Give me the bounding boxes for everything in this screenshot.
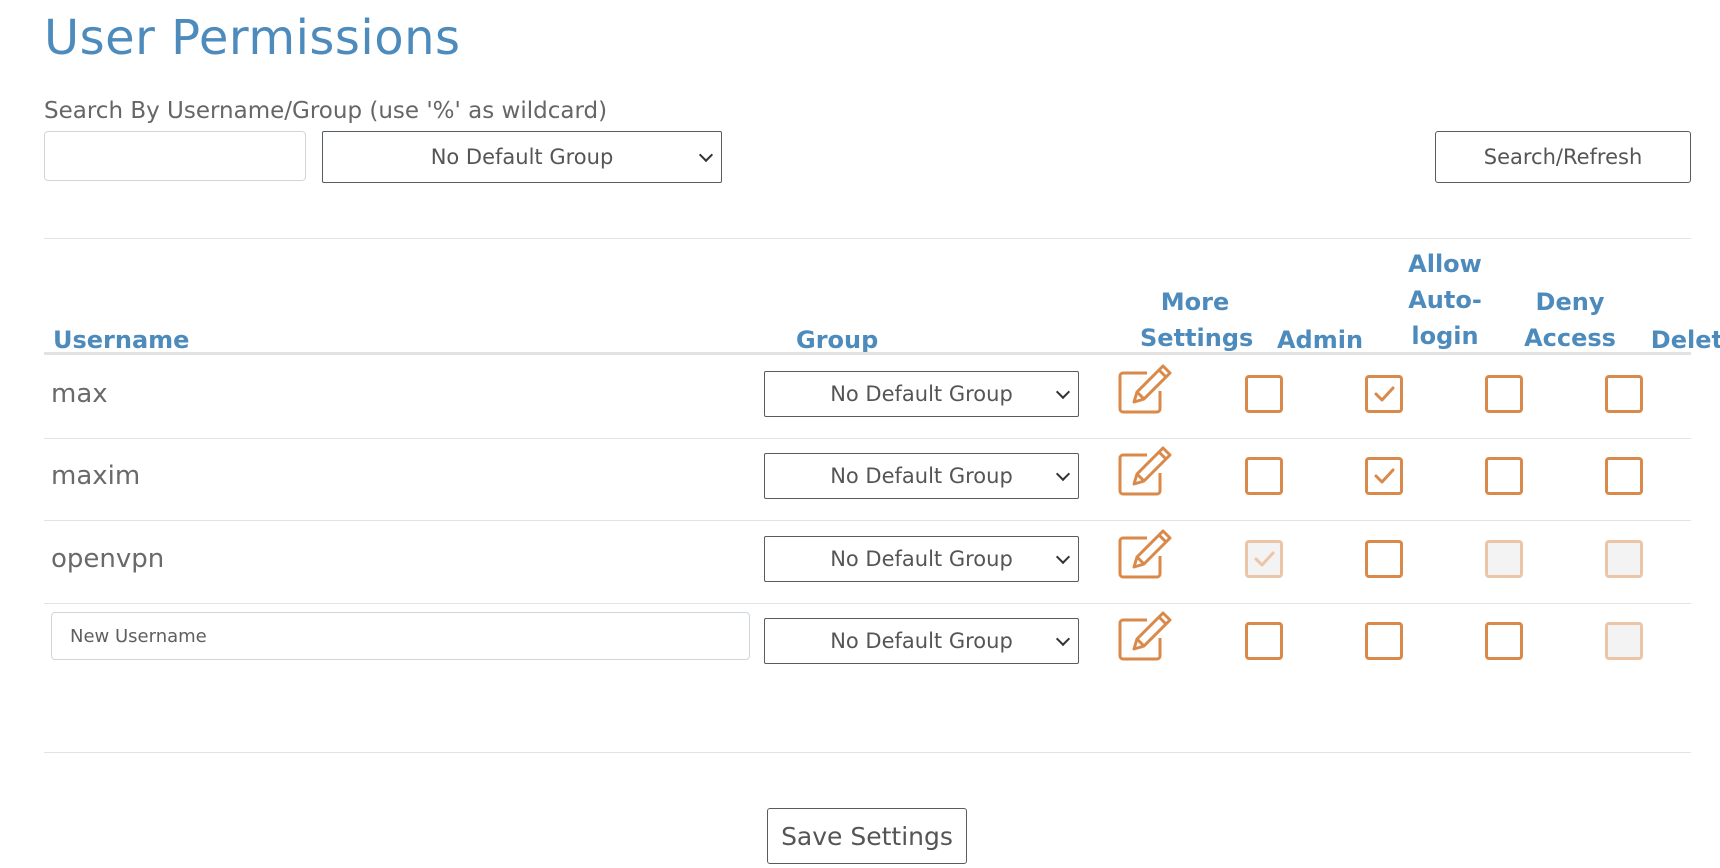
header-allow-autologin: Allow Auto- login [1395,246,1495,354]
row-group-select-value: No Default Group [830,629,1013,653]
chevron-down-icon [1055,549,1071,565]
header-autologin-line3: login [1411,322,1479,350]
chevron-down-icon [1055,631,1071,647]
header-divider [44,352,1691,355]
header-deny-access: Deny Access [1515,284,1625,356]
pencil-edit-icon[interactable] [1117,610,1173,662]
divider [44,238,1691,239]
checkmark-icon [1254,551,1275,567]
deny-access-checkbox[interactable] [1485,375,1523,413]
header-autologin-line1: Allow [1408,250,1482,278]
deny-access-checkbox [1485,540,1523,578]
row-group-select[interactable]: No Default Group [764,618,1079,664]
deny-access-checkbox[interactable] [1485,457,1523,495]
chevron-down-icon [698,147,714,163]
row-divider [44,520,1691,521]
autologin-checkbox[interactable] [1365,540,1403,578]
chevron-down-icon [1055,384,1071,400]
autologin-checkbox[interactable] [1365,622,1403,660]
pencil-edit-icon[interactable] [1117,363,1173,415]
new-username-placeholder: New Username [70,625,207,647]
delete-checkbox[interactable] [1605,375,1643,413]
row-group-select[interactable]: No Default Group [764,453,1079,499]
header-more-settings-line1: More [1160,288,1230,316]
row-username: maxim [51,461,141,491]
header-deny-line2: Access [1524,324,1616,352]
admin-checkbox [1245,540,1283,578]
autologin-checkbox[interactable] [1365,457,1403,495]
row-group-select[interactable]: No Default Group [764,371,1079,417]
search-group-select-value: No Default Group [430,145,614,169]
header-more-settings-line2: Settings [1140,324,1254,352]
row-group-select[interactable]: No Default Group [764,536,1079,582]
row-username: openvpn [51,544,165,574]
save-settings-button[interactable]: Save Settings [767,808,967,864]
search-username-input[interactable] [44,131,306,181]
row-group-select-value: No Default Group [830,464,1013,488]
admin-checkbox[interactable] [1245,457,1283,495]
autologin-checkbox[interactable] [1365,375,1403,413]
admin-checkbox[interactable] [1245,622,1283,660]
header-more-settings: More Settings [1140,284,1254,356]
chevron-down-icon [1055,466,1071,482]
row-group-select-value: No Default Group [830,547,1013,571]
pencil-edit-icon[interactable] [1117,528,1173,580]
header-deny-line1: Deny [1535,288,1605,316]
search-refresh-button[interactable]: Search/Refresh [1435,131,1691,183]
search-label: Search By Username/Group (use '%' as wil… [44,98,608,124]
delete-checkbox [1605,622,1643,660]
row-group-select-value: No Default Group [830,382,1013,406]
page-title: User Permissions [44,10,461,66]
row-divider [44,603,1691,604]
checkmark-icon [1374,386,1395,402]
delete-checkbox [1605,540,1643,578]
checkmark-icon [1374,468,1395,484]
pencil-edit-icon[interactable] [1117,445,1173,497]
deny-access-checkbox[interactable] [1485,622,1523,660]
row-username: max [51,379,108,409]
new-username-input[interactable]: New Username [51,612,750,660]
divider [44,752,1691,753]
header-autologin-line2: Auto- [1408,286,1482,314]
admin-checkbox[interactable] [1245,375,1283,413]
row-divider [44,438,1691,439]
delete-checkbox[interactable] [1605,457,1643,495]
search-group-select[interactable]: No Default Group [322,131,722,183]
